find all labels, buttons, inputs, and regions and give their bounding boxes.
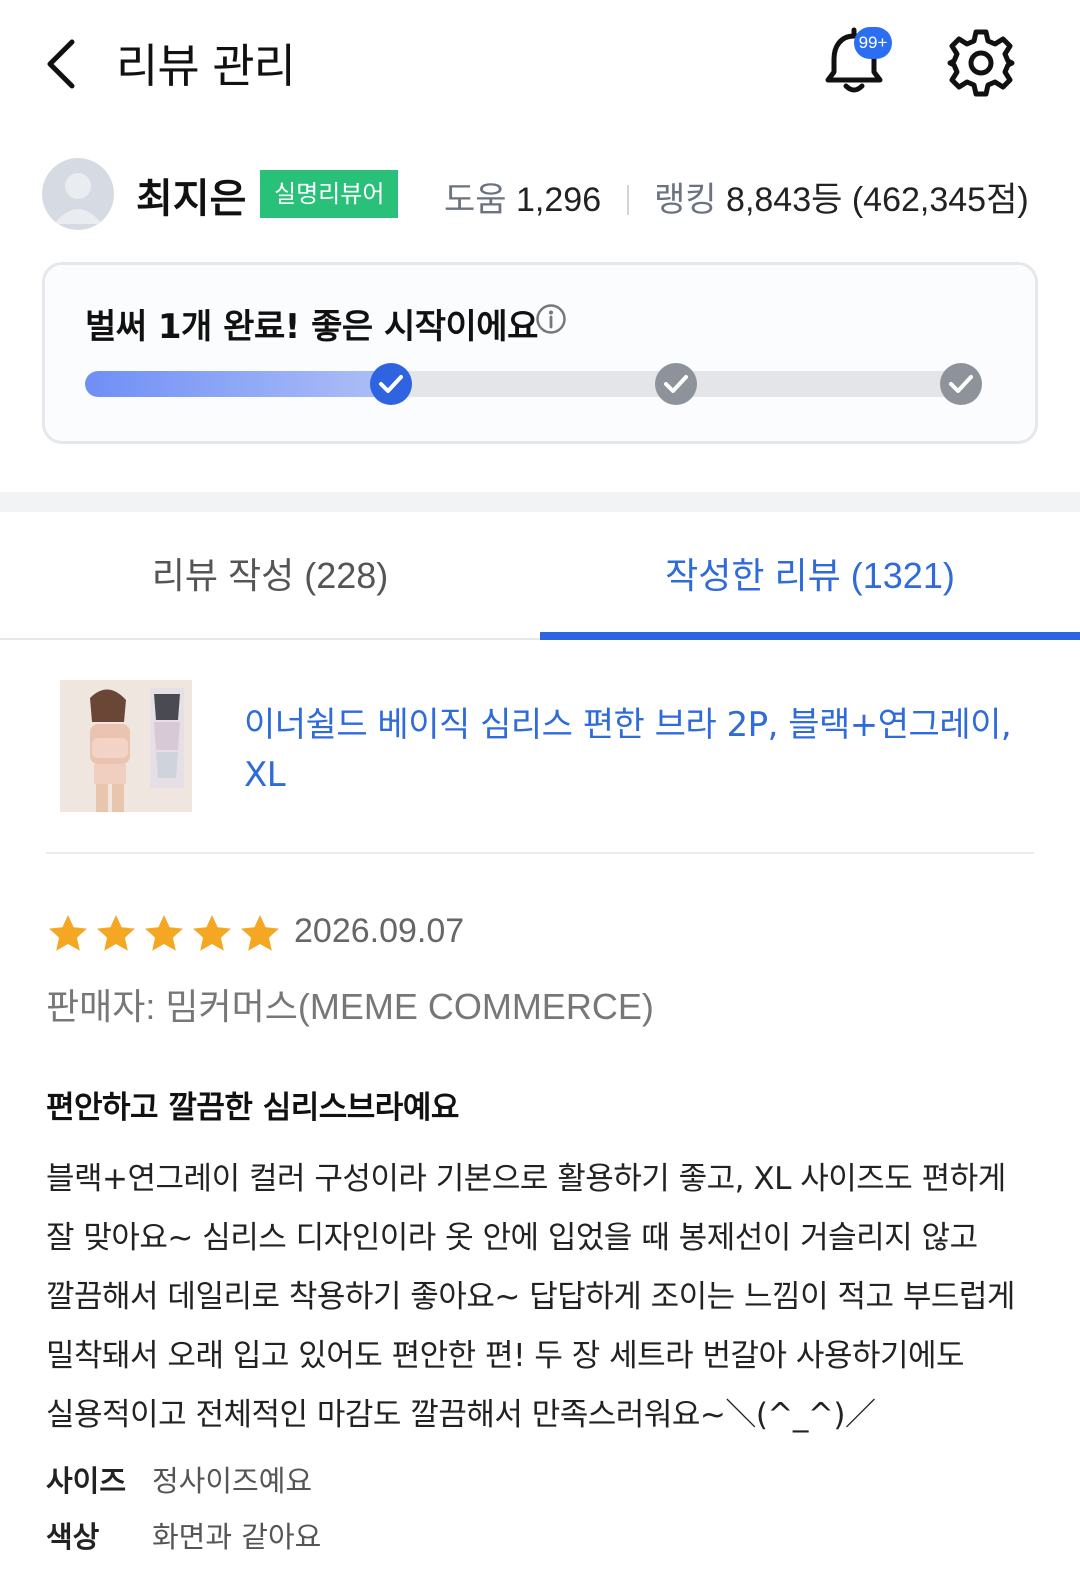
progress-track	[85, 371, 981, 397]
progress-message: 벌써 1개 완료! 좋은 시작이에요	[85, 307, 538, 347]
attribute-value: 화면과 같아요	[152, 1520, 322, 1554]
review-body-line: 블랙+연그레이 컬러 구성이라 기본으로 활용하기 좋고, XL 사이즈도 편하…	[46, 1161, 1006, 1197]
star-icon	[145, 915, 183, 951]
settings-gear-icon[interactable]	[946, 28, 1016, 98]
section-separator	[0, 492, 1080, 512]
tab-written-reviews[interactable]: 작성한 리뷰 (1321)	[540, 512, 1080, 640]
real-name-reviewer-badge: 실명리뷰어	[260, 170, 399, 218]
milestone-check-icon-3	[939, 362, 983, 406]
top-header: 리뷰 관리 99+	[0, 0, 1080, 130]
star-icon	[49, 915, 87, 951]
star-icon	[193, 915, 231, 951]
active-tab-indicator	[540, 632, 1080, 640]
ranking-label: 랭킹	[654, 181, 717, 219]
review-body-line: 실용적이고 전체적인 마감도 깔끔해서 만족스러워요~＼(^_^)／	[46, 1397, 876, 1433]
seller-name: 판매자: 밈커머스(MEME COMMERCE)	[46, 986, 654, 1027]
info-icon[interactable]	[535, 303, 567, 335]
star-rating	[46, 912, 282, 956]
page-title: 리뷰 관리	[116, 39, 296, 93]
review-body: 블랙+연그레이 컬러 구성이라 기본으로 활용하기 좋고, XL 사이즈도 편하…	[46, 1150, 1046, 1445]
review-body-line: 밀착돼서 오래 입고 있어도 편안한 편! 두 장 세트라 번갈아 사용하기에도	[46, 1338, 965, 1374]
notification-count-badge: 99+	[854, 27, 892, 59]
review-date: 2026.09.07	[294, 912, 465, 950]
attribute-value: 정사이즈예요	[152, 1464, 313, 1498]
milestone-check-icon-1	[369, 362, 413, 406]
progress-fill	[85, 371, 390, 397]
product-title-link[interactable]: 이너쉴드 베이직 심리스 편한 브라 2P, 블랙+연그레이, XL	[244, 700, 1034, 800]
stats-divider	[626, 185, 629, 215]
product-thumbnail[interactable]	[60, 680, 192, 812]
avatar[interactable]	[42, 158, 114, 230]
help-label: 도움	[444, 181, 507, 219]
attribute-row-size: 사이즈 정사이즈예요	[46, 1458, 312, 1500]
review-body-line: 잘 맞아요~ 심리스 디자인이라 옷 안에 입었을 때 봉제선이 거슬리지 않고	[46, 1220, 978, 1256]
attribute-key: 색상	[46, 1520, 100, 1554]
divider	[46, 852, 1034, 854]
help-count: 1,296	[516, 181, 602, 219]
user-name: 최지은	[136, 176, 247, 222]
star-icon	[241, 915, 279, 951]
review-headline: 편안하고 깔끔한 심리스브라예요	[46, 1090, 459, 1126]
star-icon	[97, 915, 135, 951]
tab-write-review[interactable]: 리뷰 작성 (228)	[0, 512, 540, 640]
milestone-check-icon-2	[654, 362, 698, 406]
reviewer-stats: 도움 1,296 랭킹 8,843등 (462,345점)	[444, 172, 1029, 221]
attribute-key: 사이즈	[46, 1464, 127, 1498]
attribute-row-color: 색상 화면과 같아요	[46, 1514, 321, 1556]
review-tabs: 리뷰 작성 (228) 작성한 리뷰 (1321)	[0, 512, 1080, 640]
back-arrow-icon[interactable]	[40, 36, 90, 92]
review-progress-card: 벌써 1개 완료! 좋은 시작이에요	[42, 262, 1038, 444]
ranking-value: 8,843등 (462,345점)	[726, 181, 1029, 219]
review-body-line: 깔끔해서 데일리로 착용하기 좋아요~ 답답하게 조이는 느낌이 적고 부드럽게	[46, 1279, 1015, 1315]
